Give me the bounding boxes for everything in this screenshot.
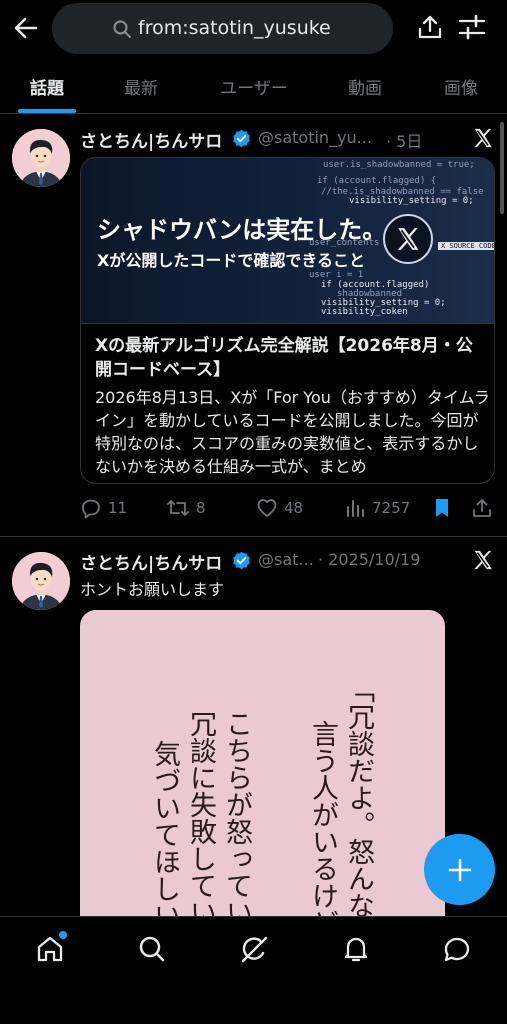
- search-query: from:satotin_yusuke: [138, 17, 331, 39]
- top-bar: from:satotin_yusuke: [0, 0, 507, 58]
- bottom-nav: [0, 916, 507, 1024]
- code-line: if (account.flagged) {: [317, 176, 437, 186]
- repost-count: 8: [196, 499, 206, 517]
- like-count: 48: [284, 499, 304, 517]
- back-button[interactable]: [10, 12, 42, 44]
- image-text-line: 冗談に失敗している: [185, 710, 216, 940]
- author-handle[interactable]: @sat...: [258, 550, 314, 569]
- nav-grok[interactable]: [234, 931, 274, 967]
- sliders-icon: [458, 14, 486, 40]
- grok-icon: [241, 936, 268, 963]
- compose-button[interactable]: [424, 834, 495, 905]
- image-text-line: 気づいてほしい: [149, 740, 180, 929]
- code-line: user.is_shadowbanned = true;: [323, 160, 475, 170]
- tab-images[interactable]: 画像: [425, 58, 497, 114]
- nav-search[interactable]: [132, 931, 172, 967]
- views-button[interactable]: 7257: [344, 493, 410, 523]
- code-line: visibility_setting = 0;: [349, 196, 474, 206]
- x-logo-icon[interactable]: [472, 549, 494, 571]
- share-icon: [418, 15, 442, 39]
- bookmark-icon: [436, 499, 448, 517]
- tab-top[interactable]: 話題: [12, 58, 82, 114]
- bookmark-button[interactable]: [431, 493, 453, 523]
- source-code-badge: X SOURCE CODE: [438, 242, 494, 250]
- views-count: 7257: [372, 499, 411, 517]
- repost-button[interactable]: 8: [166, 493, 206, 523]
- image-text-line: こちらが怒っているなら: [221, 710, 252, 940]
- card-image-headline: シャドウバンは実在した。: [97, 216, 387, 244]
- code-line: user i = 1: [309, 270, 364, 280]
- notification-dot: [59, 931, 67, 939]
- tweet-actions: 11 8 48 7257: [80, 493, 495, 523]
- tweet-text: ホントお願いします: [80, 580, 225, 599]
- image-text-line: 言う人がいるけど: [307, 720, 338, 936]
- bell-icon: [344, 937, 368, 962]
- card-image: user.is_shadowbanned = true; if (account…: [81, 158, 494, 324]
- like-button[interactable]: 48: [256, 493, 303, 523]
- image-text-line: 「冗談だよ。怒んなよ」: [343, 676, 374, 940]
- plus-icon: [448, 858, 471, 881]
- tab-latest[interactable]: 最新: [106, 58, 176, 114]
- x-logo-icon[interactable]: [472, 127, 494, 149]
- share-tweet-button[interactable]: [471, 493, 493, 523]
- nav-messages[interactable]: [437, 931, 477, 967]
- code-line: visibility_coken: [321, 307, 408, 317]
- tab-videos[interactable]: 動画: [330, 58, 400, 114]
- card-title: Xの最新アルゴリズム完全解説【2026年8月・公開コードベース】: [95, 336, 473, 380]
- card-image-subline: Xが公開したコードで確認できること: [97, 251, 366, 270]
- bar-chart-icon: [347, 500, 364, 517]
- reply-button[interactable]: 11: [80, 493, 127, 523]
- avatar[interactable]: [12, 552, 70, 610]
- search-icon: [139, 936, 165, 962]
- nav-notifications[interactable]: [336, 931, 376, 967]
- reply-count: 11: [108, 499, 128, 517]
- link-card[interactable]: user.is_shadowbanned = true; if (account…: [80, 157, 495, 484]
- heart-icon: [257, 499, 277, 517]
- verified-badge-icon: [233, 129, 250, 148]
- search-tabs: 話題 最新 ユーザー 動画 画像: [0, 58, 507, 114]
- share-button[interactable]: [415, 12, 445, 42]
- active-tab-indicator: [18, 109, 76, 113]
- share-icon: [473, 499, 491, 517]
- author-handle[interactable]: @satotin_yu...: [258, 128, 372, 147]
- author-name[interactable]: さとちん|ちんサロ: [80, 549, 222, 574]
- verified-badge-icon: [233, 551, 250, 570]
- arrow-left-icon: [14, 17, 38, 39]
- message-icon: [444, 937, 470, 962]
- nav-home[interactable]: [30, 931, 70, 967]
- search-input[interactable]: from:satotin_yusuke: [52, 3, 393, 54]
- search-icon: [113, 20, 131, 38]
- x-logo-icon: [383, 214, 433, 264]
- avatar[interactable]: [12, 129, 70, 187]
- card-description: 2026年8月13日、Xが「For You（おすすめ）タイムライン」を動かしてい…: [95, 388, 490, 476]
- tab-people[interactable]: ユーザー: [204, 58, 304, 114]
- tweet[interactable]: さとちん|ちんサロ @satotin_yu... · 5日 user.is_sh…: [0, 115, 507, 535]
- tweet-time[interactable]: · 2025/10/19: [318, 550, 420, 569]
- author-name[interactable]: さとちん|ちんサロ: [80, 127, 222, 152]
- tweet-time[interactable]: · 5日: [386, 128, 422, 152]
- reply-icon: [82, 499, 100, 519]
- repost-icon: [167, 500, 189, 516]
- filter-button[interactable]: [457, 12, 487, 42]
- tweet-image[interactable]: 「冗談だよ。怒んなよ」 言う人がいるけど こちらが怒っているなら 冗談に失敗して…: [80, 610, 445, 940]
